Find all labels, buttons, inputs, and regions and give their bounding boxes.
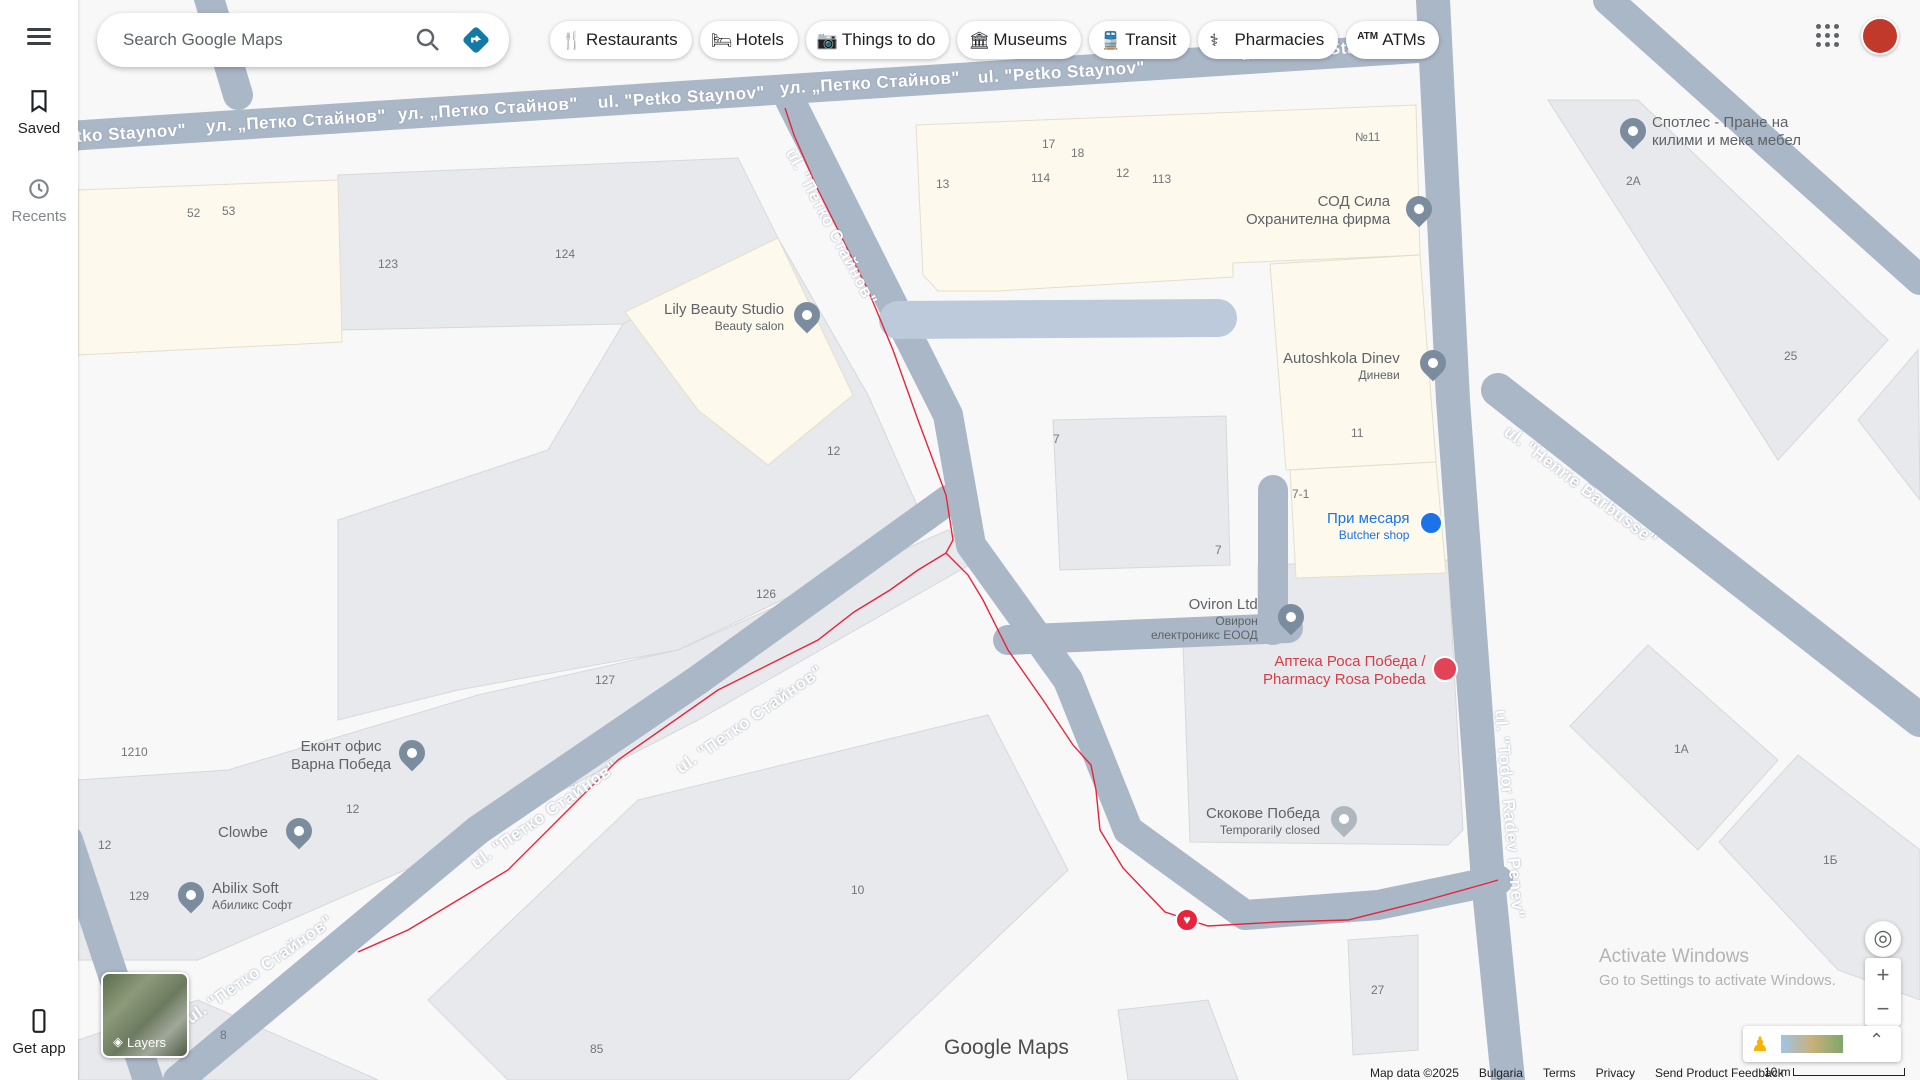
poi-autoshkola-dinev[interactable]: Autoshkola Dinev Диневи: [1283, 350, 1400, 382]
poi-clowbe[interactable]: Clowbe: [218, 824, 268, 842]
building-number: 124: [555, 247, 576, 261]
menu-button[interactable]: [22, 24, 56, 54]
building-number: 2А: [1626, 174, 1641, 188]
category-chips: 🍴 Restaurants 🛏 Hotels 📷 Things to do 🏛 Muse…: [550, 21, 1440, 59]
camera-icon: 📷: [816, 31, 839, 50]
chip-museums[interactable]: 🏛 Museums: [957, 21, 1082, 59]
search-box: [97, 13, 509, 67]
imagery-thumbnails[interactable]: [1781, 1035, 1843, 1053]
zoom-out-button[interactable]: −: [1865, 992, 1901, 1026]
country-link[interactable]: Bulgaria: [1479, 1066, 1523, 1080]
recents-label: Recents: [11, 208, 67, 225]
building-number: 52: [187, 206, 201, 220]
building-number: 114: [1031, 171, 1051, 185]
building-number: 27: [1371, 983, 1385, 997]
building-number: 113: [1152, 172, 1172, 186]
map-canvas[interactable]: tko Staynov" ул. „Петко Стайнов" ул. „Пе…: [78, 0, 1920, 1080]
poi-skokove-pobeda[interactable]: Скокове Победа Temporarily closed: [1206, 805, 1320, 837]
building-number: 12: [1116, 166, 1130, 180]
building-number: 8: [220, 1028, 227, 1042]
poi-spotles[interactable]: Спотлес - Пране на килими и мека мебел: [1652, 114, 1801, 150]
building-number: 12: [346, 802, 360, 816]
chip-hotels[interactable]: 🛏 Hotels: [699, 21, 798, 59]
building-number: 13: [936, 177, 950, 191]
my-location-icon: ◎: [1873, 925, 1893, 950]
poi-apteka-rosa-pobeda[interactable]: Аптека Роса Победа / Pharmacy Rosa Pobed…: [1263, 653, 1426, 689]
building-number: 7-1: [1292, 487, 1310, 501]
get-app-label: Get app: [12, 1040, 66, 1057]
recents-button[interactable]: Recents: [0, 176, 78, 225]
poi-lily-beauty[interactable]: Lily Beauty Studio Beauty salon: [664, 301, 784, 333]
building-number: 1А: [1674, 742, 1689, 756]
zoom-in-button[interactable]: +: [1865, 958, 1901, 992]
saved-label: Saved: [17, 120, 61, 137]
shopping-bag-icon[interactable]: [1419, 511, 1443, 535]
zoom-controls: + −: [1865, 958, 1901, 1026]
phone-icon: [32, 1009, 46, 1033]
building-number: 123: [378, 257, 399, 271]
terms-link[interactable]: Terms: [1543, 1066, 1576, 1080]
building-number: 7: [1053, 432, 1060, 446]
poi-pri-mesarya[interactable]: При месаря Butcher shop: [1327, 510, 1409, 542]
building-number: 25: [1784, 349, 1798, 363]
map-tools-bar: ♟ ⌃: [1743, 1026, 1901, 1062]
windows-watermark: Activate Windows Go to Settings to activ…: [1599, 946, 1836, 989]
building-number: 11: [1351, 426, 1364, 440]
pharmacy-pin-icon[interactable]: [1432, 656, 1458, 682]
directions-icon[interactable]: [461, 25, 491, 55]
saved-button[interactable]: Saved: [0, 88, 78, 137]
history-icon: [29, 179, 49, 199]
search-input[interactable]: [123, 27, 403, 53]
museum-icon: 🏛: [968, 31, 991, 50]
layers-button[interactable]: ◈ Layers: [101, 972, 189, 1058]
chip-restaurants[interactable]: 🍴 Restaurants: [550, 21, 692, 59]
building-number: 126: [756, 587, 777, 601]
google-maps-logo: Google Maps: [944, 1036, 1069, 1059]
building-number: 127: [595, 673, 616, 687]
chip-atms[interactable]: ATM ATMs: [1346, 21, 1440, 59]
map-data-text: Map data ©2025: [1370, 1066, 1459, 1080]
atm-icon: ATM: [1357, 31, 1379, 42]
chip-pharmacies[interactable]: ⚕ Pharmacies: [1198, 21, 1339, 59]
building-number: 1Б: [1823, 853, 1838, 867]
layers-label: Layers: [127, 1034, 167, 1050]
scale-label: 10 m: [1764, 1065, 1791, 1079]
apps-grid-icon[interactable]: [1814, 22, 1842, 50]
building-number: 85: [590, 1042, 604, 1056]
building-number: 7: [1215, 543, 1222, 557]
building-number: 53: [222, 204, 236, 218]
privacy-link[interactable]: Privacy: [1596, 1066, 1635, 1080]
chip-things-to-do[interactable]: 📷 Things to do: [805, 21, 950, 59]
map-footer: Map data ©2025 Bulgaria Terms Privacy Se…: [1370, 1066, 1784, 1080]
get-app-button[interactable]: Get app: [0, 1008, 78, 1057]
hotel-icon: 🛏: [710, 31, 733, 50]
pharmacy-icon: ⚕: [1209, 31, 1219, 50]
building-number: 1210: [121, 745, 148, 759]
poi-abilix-soft[interactable]: Abilix Soft Абиликс Софт: [212, 880, 292, 912]
my-location-button[interactable]: ◎: [1865, 921, 1901, 957]
building-number: 12: [98, 838, 112, 852]
bookmark-icon: [31, 90, 47, 113]
pegman-icon[interactable]: ♟: [1751, 1032, 1769, 1057]
avatar[interactable]: [1861, 17, 1899, 55]
building-number: 17: [1042, 137, 1056, 151]
saved-place-heart-icon[interactable]: ♥: [1175, 908, 1199, 932]
building-number: 10: [851, 883, 865, 897]
left-rail: Saved Recents Get app: [0, 0, 78, 1080]
scale-bar[interactable]: 10 m: [1764, 1065, 1905, 1079]
building-number: 12: [827, 444, 841, 458]
building-number: 129: [129, 889, 150, 903]
transit-icon: 🚆: [1100, 31, 1122, 50]
building-number: 18: [1071, 146, 1085, 160]
restaurant-icon: 🍴: [561, 31, 583, 50]
poi-oviron-ltd[interactable]: Oviron Ltd Овирон електроникс ЕООД: [1151, 596, 1258, 643]
poi-sod-sila[interactable]: СОД Сила Охранителна фирма: [1246, 193, 1390, 229]
layers-icon: ◈: [113, 1034, 123, 1049]
chip-transit[interactable]: 🚆 Transit: [1089, 21, 1191, 59]
building-number: №11: [1355, 130, 1381, 144]
poi-ekont-ofis[interactable]: Еконт офис Варна Победа: [291, 738, 391, 774]
expand-icon[interactable]: ⌃: [1869, 1030, 1884, 1051]
search-icon[interactable]: [413, 25, 443, 55]
